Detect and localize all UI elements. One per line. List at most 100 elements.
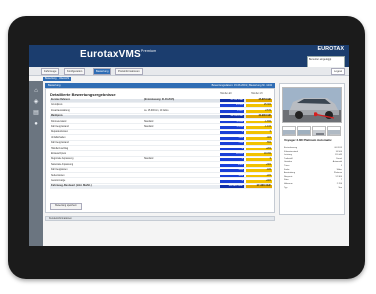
info-value: 52.300 bbox=[335, 175, 342, 178]
app-logo[interactable]: EurotaxVMSPremium bbox=[80, 49, 156, 60]
tab-bar: Fahrzeuge Konfiguration Bewertung Preisi… bbox=[29, 67, 349, 76]
row-value-buy: -400 bbox=[220, 136, 244, 140]
info-key: Typ bbox=[284, 186, 288, 189]
top-bar: EurotaxVMSPremium EUROTAX Benutzer einge… bbox=[29, 45, 349, 70]
tab-preisinformationen[interactable]: Preisinformationen bbox=[115, 68, 143, 75]
vehicle-info-row: Getriebe Automatik bbox=[284, 161, 342, 164]
table-row: Reparaturkosten 0 0 bbox=[50, 131, 272, 136]
table-row: Eurotax Referenz (Erstzulassung: 01.06.20… bbox=[50, 99, 272, 103]
thumbnail[interactable] bbox=[327, 126, 341, 136]
table-row: Fahrzeug-Restwert (inkl. MwSt.) 16.100 CH… bbox=[50, 184, 272, 190]
vehicle-info-row: Ausstattung Platinum bbox=[284, 172, 342, 175]
vehicle-info-row: Neupreis 52.300 bbox=[284, 176, 342, 179]
logout-button[interactable]: Logout bbox=[331, 68, 345, 75]
row-value-buy: 16.100 CHF bbox=[220, 184, 244, 189]
row-value-sell: -1.100 bbox=[246, 126, 272, 129]
column-header-dealer-buy: Händler-EK bbox=[220, 93, 232, 95]
car-icon[interactable]: ◈ bbox=[33, 99, 39, 105]
row-value-buy: -550 bbox=[220, 142, 244, 146]
row-detail: (Erstzulassung: 01.06.2015) bbox=[144, 99, 175, 101]
row-detail: Standard bbox=[144, 126, 154, 128]
row-value-sell: -550 bbox=[246, 142, 272, 146]
vehicle-info-row: Typ Van bbox=[284, 187, 342, 190]
info-key: Ausstattung bbox=[284, 172, 295, 175]
row-label: Fahrzeugzustand bbox=[51, 142, 69, 145]
document-icon[interactable]: ▤ bbox=[33, 110, 39, 116]
row-label: Eurotax Referenz bbox=[51, 99, 70, 101]
row-value-sell: 0 bbox=[246, 131, 272, 135]
info-key: Leistung bbox=[284, 154, 292, 157]
row-value-buy: 0 bbox=[220, 147, 244, 151]
row-detail: Standard bbox=[144, 158, 154, 161]
info-key: Sitze bbox=[284, 179, 289, 182]
tab-konfiguration[interactable]: Konfiguration bbox=[64, 68, 86, 75]
panel-body: Detaillierte Bewertungsergebnisse Händle… bbox=[45, 88, 275, 213]
vehicle-info-row: Erstzulassung 06.2015 bbox=[284, 147, 342, 150]
row-label: Händlerzuschlag bbox=[51, 147, 69, 150]
row-value-buy: 27.767 CHF bbox=[220, 99, 244, 102]
customer-info-section[interactable]: Kundeninformationen bbox=[45, 216, 275, 221]
info-key: Türen bbox=[284, 165, 290, 167]
save-valuation-button[interactable]: Bewertung speichern bbox=[50, 203, 82, 210]
table-row: Fahrzeugzustand -550 -550 bbox=[50, 142, 272, 147]
vehicle-info-row: Kilometerstand 16.500 bbox=[284, 151, 342, 154]
info-value: 16.500 bbox=[335, 150, 342, 153]
row-value-buy: 25.300 bbox=[220, 104, 244, 108]
row-label: Fahrzeugkosten bbox=[51, 169, 68, 172]
row-value-sell: +400 bbox=[246, 180, 272, 183]
table-row: Eintauschpreis 18.000 18.450 bbox=[50, 153, 272, 157]
row-value-buy: 0 bbox=[220, 158, 244, 162]
sub-toolbar: Bewertung Übersicht bbox=[29, 76, 349, 82]
row-value-buy: -180 bbox=[220, 169, 244, 173]
sidebar: ⌂ ◈ ▤ ● bbox=[29, 81, 43, 246]
info-value: 06.2015 bbox=[334, 147, 342, 149]
column-header-dealer-sell: Händler-VK bbox=[251, 93, 263, 95]
row-label: Fahrzeugzustand bbox=[51, 126, 69, 128]
vehicle-info-row: Sitze 7 bbox=[284, 179, 342, 182]
row-detail: Standard bbox=[144, 120, 154, 123]
uebersicht-button[interactable]: Übersicht bbox=[57, 77, 72, 81]
row-value-buy: +300 bbox=[220, 163, 244, 167]
row-value-sell: 0 bbox=[246, 158, 272, 162]
row-value-buy: -1.650 bbox=[220, 120, 244, 124]
row-detail: ca. 15.000 km, 10 Jahre bbox=[144, 109, 169, 112]
table-row: Regionale Anpassung Standard 0 0 bbox=[50, 158, 272, 163]
row-value-sell: +200 bbox=[246, 147, 272, 151]
row-value-sell: -220 bbox=[246, 174, 272, 178]
eurotax-logo: EUROTAX bbox=[317, 46, 344, 52]
row-label: Fahrzeug-Restwert (inkl. MwSt.) bbox=[51, 184, 92, 188]
thumbnail[interactable] bbox=[312, 126, 326, 136]
tab-fahrzeuge[interactable]: Fahrzeuge bbox=[41, 68, 60, 75]
row-value-sell: 17.320 CHF bbox=[246, 184, 272, 189]
user-icon[interactable]: ● bbox=[33, 121, 39, 127]
valuation-panel: Bewertung Bewertungsdatum: 15.06.2019 | … bbox=[45, 83, 275, 243]
info-key: Hubraum bbox=[284, 183, 293, 185]
row-label: Eintauschpreis bbox=[51, 153, 67, 155]
info-value: Automatik bbox=[332, 161, 342, 164]
row-label: Saisonale Anpassung bbox=[51, 163, 74, 166]
info-value: Platinum bbox=[333, 172, 342, 175]
vehicle-info-row: Leistung 120 kW bbox=[284, 154, 342, 157]
row-value-sell: 25.300 bbox=[246, 104, 272, 108]
table-row: Fahrzeugkosten -180 -180 bbox=[50, 169, 272, 174]
thumbnail[interactable] bbox=[297, 126, 311, 136]
thumbnail[interactable] bbox=[282, 126, 296, 136]
table-row: Marktpreis 21.700 CHF 21.900 CHF bbox=[50, 115, 272, 120]
info-value: 2.766 bbox=[336, 183, 342, 185]
row-label: Marktpreis bbox=[51, 115, 63, 118]
info-key: Getriebe bbox=[284, 161, 292, 164]
vehicle-title: Voyager 2.8D Platinum Automatic bbox=[284, 138, 332, 142]
table-row: Unfallschaden -400 -400 bbox=[50, 136, 272, 141]
table-row: Fahrzeugzustand Standard -1.100 -1.100 bbox=[50, 126, 272, 130]
section-title: Detaillierte Bewertungsergebnisse bbox=[50, 92, 116, 97]
row-value-buy: -1.100 bbox=[220, 126, 244, 129]
row-label: Gewinnmarge bbox=[51, 180, 66, 182]
row-value-buy: 0 bbox=[220, 131, 244, 135]
tab-bewertung[interactable]: Bewertung bbox=[93, 68, 112, 75]
home-icon[interactable]: ⌂ bbox=[33, 88, 39, 94]
row-value-sell: 2.570 bbox=[246, 109, 272, 113]
row-value-buy: 18.000 bbox=[220, 153, 244, 156]
table-row: Händlerzuschlag 0 +200 bbox=[50, 147, 272, 152]
info-value: 5 bbox=[340, 165, 342, 167]
thumbnail-strip bbox=[282, 126, 343, 136]
